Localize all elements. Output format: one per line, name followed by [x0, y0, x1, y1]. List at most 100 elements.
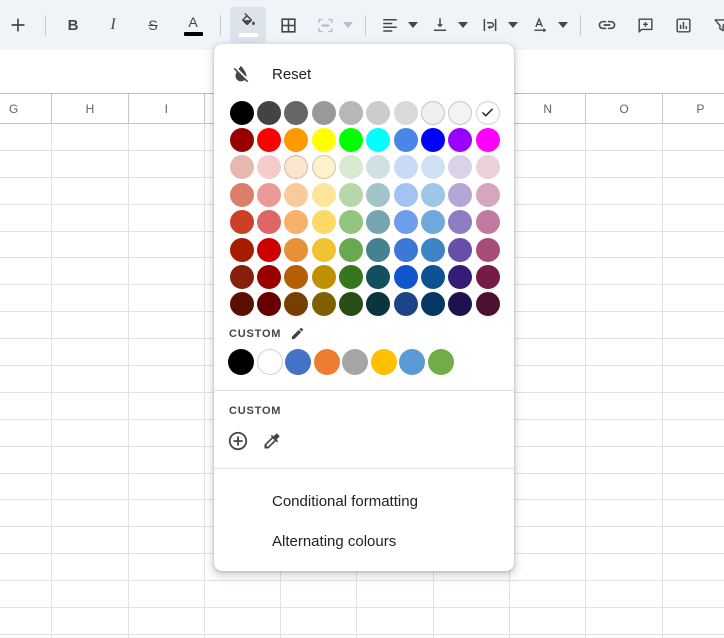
grid-cell[interactable]: [52, 446, 129, 473]
grid-cell[interactable]: [0, 204, 53, 231]
grid-cell[interactable]: [129, 446, 205, 473]
color-swatch[interactable]: [393, 100, 418, 125]
color-swatch[interactable]: [311, 128, 336, 153]
color-swatch[interactable]: [448, 100, 473, 125]
strikethrough-button[interactable]: S: [135, 7, 171, 43]
color-swatch[interactable]: [311, 100, 336, 125]
grid-cell[interactable]: [663, 312, 724, 338]
color-swatch[interactable]: [311, 182, 336, 207]
color-swatch[interactable]: [421, 182, 446, 207]
grid-cell[interactable]: [129, 500, 205, 527]
grid-cell[interactable]: [510, 339, 587, 366]
grid-cell[interactable]: [586, 312, 663, 339]
text-color-button[interactable]: A: [175, 7, 211, 43]
grid-cell[interactable]: [663, 554, 724, 580]
grid-cell[interactable]: [129, 473, 205, 500]
grid-cell[interactable]: [663, 339, 724, 365]
color-swatch[interactable]: [229, 155, 254, 180]
edit-theme-colors-button[interactable]: [290, 326, 305, 341]
borders-button[interactable]: [270, 7, 306, 43]
color-swatch[interactable]: [257, 265, 282, 290]
color-swatch[interactable]: [257, 155, 282, 180]
insert-comment-button[interactable]: [628, 7, 662, 43]
column-header-O[interactable]: O: [586, 94, 663, 123]
grid-cell[interactable]: [510, 446, 587, 473]
insert-link-button[interactable]: [590, 7, 624, 43]
grid-cell[interactable]: [0, 258, 53, 285]
grid-cell[interactable]: [510, 392, 587, 419]
color-swatch[interactable]: [229, 128, 254, 153]
grid-cell[interactable]: [663, 178, 724, 204]
grid-cell[interactable]: [586, 339, 663, 366]
color-swatch[interactable]: [284, 128, 309, 153]
grid-cell[interactable]: [52, 500, 129, 527]
color-swatch[interactable]: [421, 210, 446, 235]
color-swatch[interactable]: [339, 128, 364, 153]
color-swatch[interactable]: [339, 292, 364, 317]
color-swatch[interactable]: [257, 128, 282, 153]
color-swatch[interactable]: [393, 210, 418, 235]
grid-cell[interactable]: [663, 151, 724, 177]
column-header-P[interactable]: P: [663, 94, 724, 123]
grid-cell[interactable]: [0, 554, 53, 581]
grid-cell[interactable]: [586, 419, 663, 446]
grid-cell[interactable]: [586, 554, 663, 581]
color-swatch[interactable]: [366, 237, 391, 262]
color-swatch[interactable]: [284, 182, 309, 207]
color-swatch[interactable]: [448, 265, 473, 290]
grid-cell[interactable]: [129, 366, 205, 392]
grid-cell[interactable]: [510, 500, 587, 527]
grid-cell[interactable]: [510, 366, 587, 392]
color-swatch[interactable]: [366, 292, 391, 317]
insert-button[interactable]: [0, 7, 36, 43]
color-swatch[interactable]: [339, 210, 364, 235]
grid-cell[interactable]: [52, 581, 129, 608]
grid-cell[interactable]: [510, 231, 587, 258]
conditional-formatting-item[interactable]: Conditional formatting: [214, 481, 514, 521]
color-swatch[interactable]: [393, 237, 418, 262]
color-swatch[interactable]: [339, 265, 364, 290]
color-swatch[interactable]: [393, 155, 418, 180]
grid-cell[interactable]: [129, 392, 205, 419]
color-swatch[interactable]: [448, 237, 473, 262]
color-swatch[interactable]: [339, 155, 364, 180]
color-swatch[interactable]: [229, 182, 254, 207]
grid-cell[interactable]: [586, 392, 663, 419]
vertical-align-button[interactable]: [425, 7, 455, 43]
grid-cell[interactable]: [663, 285, 724, 311]
horizontal-align-dropdown[interactable]: [405, 7, 421, 43]
grid-cell[interactable]: [663, 393, 724, 419]
color-swatch[interactable]: [475, 182, 500, 207]
color-swatch[interactable]: [311, 265, 336, 290]
fill-color-button[interactable]: [230, 7, 266, 43]
grid-cell[interactable]: [129, 554, 205, 581]
text-wrap-dropdown[interactable]: [505, 7, 521, 43]
color-swatch[interactable]: [475, 210, 500, 235]
grid-cell[interactable]: [0, 124, 53, 150]
text-rotation-dropdown[interactable]: [555, 7, 571, 43]
grid-cell[interactable]: [129, 527, 205, 554]
grid-cell[interactable]: [0, 150, 53, 177]
grid-cell[interactable]: [586, 581, 663, 608]
grid-cell[interactable]: [510, 150, 587, 177]
grid-cell[interactable]: [586, 608, 663, 634]
grid-cell[interactable]: [129, 608, 205, 634]
grid-cell[interactable]: [510, 608, 587, 634]
color-swatch[interactable]: [229, 265, 254, 290]
grid-cell[interactable]: [586, 150, 663, 177]
grid-cell[interactable]: [0, 392, 53, 419]
color-swatch[interactable]: [448, 182, 473, 207]
grid-cell[interactable]: [0, 527, 53, 554]
color-swatch-selected[interactable]: [475, 100, 500, 125]
grid-cell[interactable]: [129, 204, 205, 231]
color-swatch[interactable]: [393, 128, 418, 153]
color-swatch[interactable]: [284, 100, 309, 125]
color-swatch[interactable]: [229, 210, 254, 235]
color-swatch[interactable]: [475, 292, 500, 317]
grid-cell[interactable]: [663, 447, 724, 473]
grid-cell[interactable]: [0, 231, 53, 258]
grid-cell[interactable]: [663, 527, 724, 553]
bold-button[interactable]: B: [55, 7, 91, 43]
grid-cell[interactable]: [129, 581, 205, 608]
color-swatch[interactable]: [257, 210, 282, 235]
